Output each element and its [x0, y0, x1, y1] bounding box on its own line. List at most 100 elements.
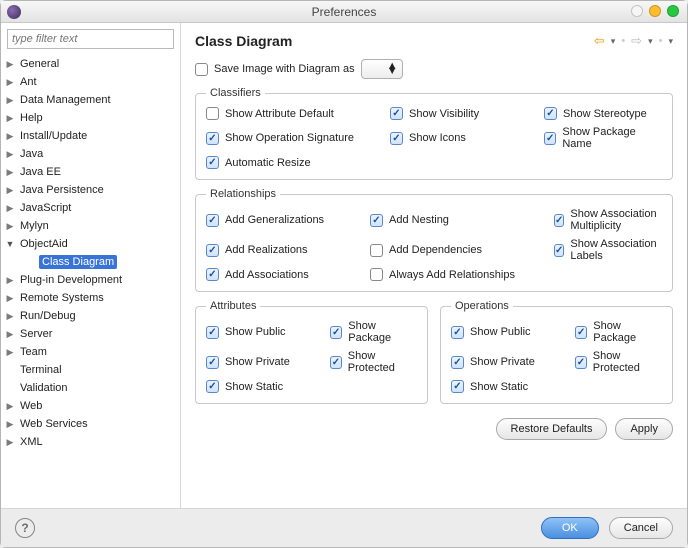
tree-item[interactable]: ▶Install/Update [3, 127, 178, 145]
disclosure-closed-icon[interactable]: ▶ [3, 419, 17, 430]
tree-item[interactable]: ▶Java Persistence [3, 181, 178, 199]
checkbox-label: Show Private [225, 356, 290, 368]
disclosure-closed-icon[interactable]: ▶ [3, 95, 17, 106]
disclosure-closed-icon[interactable]: ▶ [3, 203, 17, 214]
tree-item[interactable]: ▶Java [3, 145, 178, 163]
checkbox[interactable] [544, 132, 556, 145]
checkbox-label: Add Realizations [225, 244, 308, 256]
checkbox[interactable] [451, 380, 464, 393]
disclosure-closed-icon[interactable]: ▶ [3, 329, 17, 340]
save-image-row: Save Image with Diagram as ▲▼ [195, 59, 673, 79]
tree-item-label: Web [17, 399, 45, 413]
menu-icon[interactable]: ▾ [668, 36, 673, 47]
tree-item[interactable]: ▶Plug-in Development [3, 271, 178, 289]
checkbox-row: Add Nesting [370, 208, 540, 232]
help-icon[interactable]: ? [15, 518, 35, 538]
tree-item[interactable]: ▶General [3, 55, 178, 73]
disclosure-closed-icon[interactable]: ▶ [3, 311, 17, 322]
checkbox-row: Show Association Labels [554, 238, 662, 262]
save-image-format-select[interactable]: ▲▼ [361, 59, 403, 79]
tree-item[interactable]: ▶Server [3, 325, 178, 343]
disclosure-closed-icon[interactable]: ▶ [3, 59, 17, 70]
tree-item[interactable]: ▶Web [3, 397, 178, 415]
tree-item[interactable]: ▶XML [3, 433, 178, 451]
checkbox[interactable] [575, 326, 587, 339]
checkbox[interactable] [451, 356, 464, 369]
tree-item[interactable]: Validation [3, 379, 178, 397]
disclosure-closed-icon[interactable]: ▶ [3, 401, 17, 412]
tree-item[interactable]: ▶Team [3, 343, 178, 361]
checkbox-label: Show Icons [409, 132, 466, 144]
tree-item[interactable]: Class Diagram [3, 253, 178, 271]
ok-button[interactable]: OK [541, 517, 599, 539]
checkbox[interactable] [206, 380, 219, 393]
restore-defaults-button[interactable]: Restore Defaults [496, 418, 608, 440]
disclosure-closed-icon[interactable]: ▶ [3, 77, 17, 88]
attributes-legend: Attributes [206, 300, 260, 312]
tree-item[interactable]: ▶Ant [3, 73, 178, 91]
checkbox[interactable] [544, 107, 557, 120]
checkbox[interactable] [206, 326, 219, 339]
tree-item[interactable]: ▶Mylyn [3, 217, 178, 235]
tree-item-label: JavaScript [17, 201, 74, 215]
tree-item[interactable]: ▶JavaScript [3, 199, 178, 217]
save-image-checkbox[interactable] [195, 63, 208, 76]
disclosure-closed-icon[interactable]: ▶ [3, 149, 17, 160]
disclosure-closed-icon[interactable]: ▶ [3, 131, 17, 142]
checkbox[interactable] [554, 244, 564, 257]
checkbox[interactable] [206, 132, 219, 145]
tree-item[interactable]: ▶Run/Debug [3, 307, 178, 325]
tree[interactable]: ▶General▶Ant▶Data Management▶Help▶Instal… [1, 55, 180, 508]
tree-item[interactable]: ▶Web Services [3, 415, 178, 433]
tree-item[interactable]: Terminal [3, 361, 178, 379]
checkbox[interactable] [370, 214, 383, 227]
checkbox[interactable] [575, 356, 587, 369]
checkbox[interactable] [206, 356, 219, 369]
checkbox[interactable] [206, 268, 219, 281]
disclosure-closed-icon[interactable]: ▶ [3, 221, 17, 232]
disclosure-closed-icon[interactable]: ▶ [3, 275, 17, 286]
minimize-icon[interactable] [631, 5, 643, 17]
checkbox[interactable] [330, 356, 342, 369]
maximize-icon[interactable] [649, 5, 661, 17]
checkbox[interactable] [370, 244, 383, 257]
tree-item[interactable]: ▶Data Management [3, 91, 178, 109]
checkbox-label: Show Package [348, 320, 417, 344]
checkbox-row: Show Public [451, 320, 561, 344]
disclosure-closed-icon[interactable]: ▶ [3, 185, 17, 196]
checkbox[interactable] [206, 244, 219, 257]
disclosure-closed-icon[interactable]: ▶ [3, 347, 17, 358]
checkbox[interactable] [390, 107, 403, 120]
checkbox[interactable] [330, 326, 342, 339]
tree-item[interactable]: ▼ObjectAid [3, 235, 178, 253]
disclosure-open-icon[interactable]: ▼ [3, 239, 17, 249]
tree-item[interactable]: ▶Java EE [3, 163, 178, 181]
disclosure-closed-icon[interactable]: ▶ [3, 167, 17, 178]
tree-item-label: Remote Systems [17, 291, 107, 305]
checkbox[interactable] [206, 107, 219, 120]
back-menu-icon[interactable]: ▾ [611, 36, 616, 47]
back-icon[interactable]: ⇦ [594, 33, 605, 49]
forward-menu-icon[interactable]: ▾ [648, 36, 653, 47]
close-icon[interactable] [667, 5, 679, 17]
save-image-label: Save Image with Diagram as [214, 63, 355, 75]
disclosure-closed-icon[interactable]: ▶ [3, 113, 17, 124]
apply-button[interactable]: Apply [615, 418, 673, 440]
tree-item-label: Mylyn [17, 219, 52, 233]
filter-input[interactable] [7, 29, 174, 49]
tree-item[interactable]: ▶Help [3, 109, 178, 127]
checkbox[interactable] [554, 214, 564, 227]
checkbox[interactable] [370, 268, 383, 281]
checkbox[interactable] [390, 132, 403, 145]
checkbox-label: Show Protected [348, 350, 417, 374]
checkbox[interactable] [206, 156, 219, 169]
classifiers-group: Classifiers Show Attribute DefaultShow V… [195, 87, 673, 180]
checkbox[interactable] [206, 214, 219, 227]
checkbox[interactable] [451, 326, 464, 339]
tree-item-label: Web Services [17, 417, 91, 431]
disclosure-closed-icon[interactable]: ▶ [3, 293, 17, 304]
tree-item[interactable]: ▶Remote Systems [3, 289, 178, 307]
disclosure-closed-icon[interactable]: ▶ [3, 437, 17, 448]
window-controls [631, 5, 679, 17]
cancel-button[interactable]: Cancel [609, 517, 673, 539]
